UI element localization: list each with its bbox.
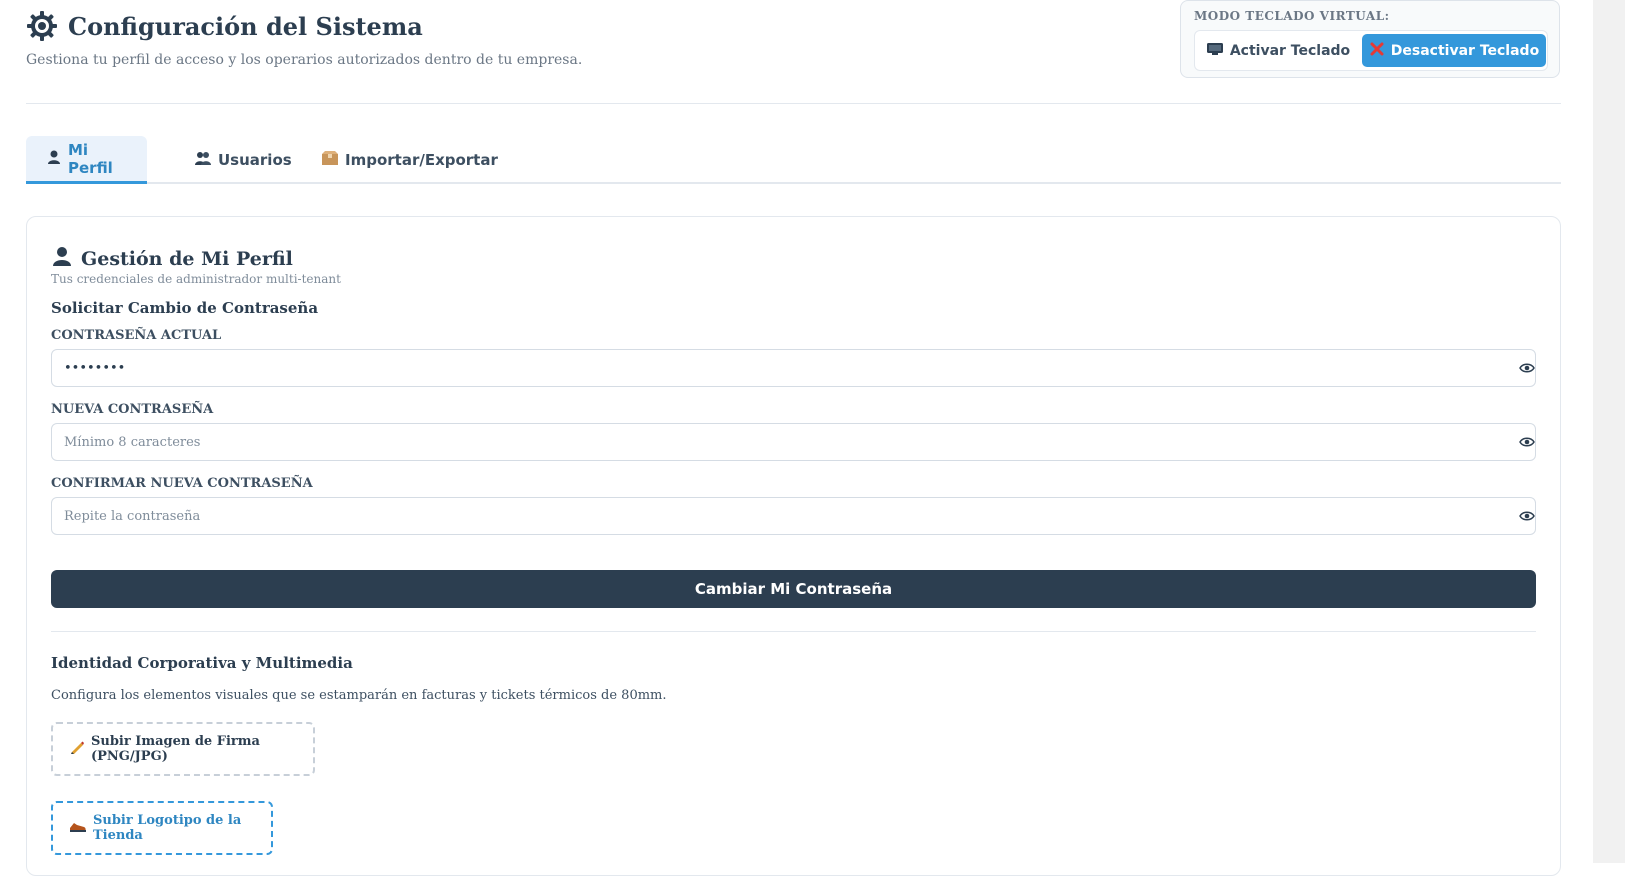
change-password-button[interactable]: Cambiar Mi Contraseña: [51, 570, 1536, 608]
new-password-input[interactable]: [51, 423, 1536, 461]
tab-mi-perfil-label: Mi Perfil: [68, 140, 113, 177]
eye-icon[interactable]: [1518, 507, 1536, 525]
cross-icon: [1369, 41, 1385, 61]
virtual-keyboard-panel: MODO TECLADO VIRTUAL: Activar Teclado De…: [1180, 0, 1560, 78]
eye-icon[interactable]: [1518, 359, 1536, 377]
page-subtitle: Gestiona tu perfil de acceso y los opera…: [26, 52, 583, 68]
identity-description: Configura los elementos visuales que se …: [51, 688, 667, 703]
profile-card-title: Gestión de Mi Perfil: [51, 245, 293, 272]
tab-importar-exportar[interactable]: Importar/Exportar: [301, 136, 518, 184]
header-divider: [26, 103, 1561, 104]
keyboard-toggle-group: Activar Teclado Desactivar Teclado: [1194, 30, 1548, 71]
user-avatar-icon: [51, 245, 73, 272]
confirm-password-label: CONFIRMAR NUEVA CONTRASEÑA: [51, 476, 313, 491]
deactivate-keyboard-button[interactable]: Desactivar Teclado: [1362, 34, 1546, 67]
eye-icon[interactable]: [1518, 433, 1536, 451]
upload-signature-button[interactable]: Subir Imagen de Firma (PNG/JPG): [51, 722, 315, 776]
upload-signature-label: Subir Imagen de Firma (PNG/JPG): [91, 734, 260, 764]
pen-icon: [69, 739, 85, 759]
tab-importar-exportar-label: Importar/Exportar: [345, 151, 498, 169]
profile-card: Gestión de Mi Perfil Tus credenciales de…: [26, 216, 1561, 876]
tab-mi-perfil[interactable]: Mi Perfil: [26, 136, 147, 184]
keyboard-icon: [1206, 42, 1224, 60]
gear-icon: [26, 10, 58, 42]
page-title: Configuración del Sistema: [68, 11, 423, 41]
upload-logo-label: Subir Logotipo de la Tienda: [93, 813, 242, 843]
deactivate-keyboard-label: Desactivar Teclado: [1390, 42, 1540, 59]
activate-keyboard-button[interactable]: Activar Teclado: [1199, 34, 1357, 67]
user-icon: [46, 149, 62, 169]
profile-subtitle: Tus credenciales de administrador multi-…: [51, 272, 341, 286]
settings-tabs: Mi Perfil Usuarios Importar/Exportar: [26, 136, 1561, 184]
box-icon: [321, 150, 339, 170]
section-divider: [51, 631, 1536, 632]
activate-keyboard-label: Activar Teclado: [1229, 42, 1351, 59]
page-header: Configuración del Sistema: [26, 10, 423, 42]
new-password-label: NUEVA CONTRASEÑA: [51, 402, 214, 417]
upload-logo-button[interactable]: Subir Logotipo de la Tienda: [51, 801, 273, 855]
identity-section-title: Identidad Corporativa y Multimedia: [51, 654, 353, 672]
profile-title-text: Gestión de Mi Perfil: [81, 247, 293, 270]
current-password-label: CONTRASEÑA ACTUAL: [51, 328, 222, 343]
users-icon: [194, 150, 212, 170]
scrollbar-track[interactable]: [1593, 0, 1625, 863]
current-password-input[interactable]: [51, 349, 1536, 387]
virtual-keyboard-label: MODO TECLADO VIRTUAL:: [1194, 9, 1390, 23]
tab-usuarios-label: Usuarios: [218, 151, 292, 169]
password-section-title: Solicitar Cambio de Contraseña: [51, 299, 319, 317]
confirm-password-input[interactable]: [51, 497, 1536, 535]
shoe-icon: [69, 819, 87, 837]
tab-usuarios[interactable]: Usuarios: [174, 136, 312, 184]
